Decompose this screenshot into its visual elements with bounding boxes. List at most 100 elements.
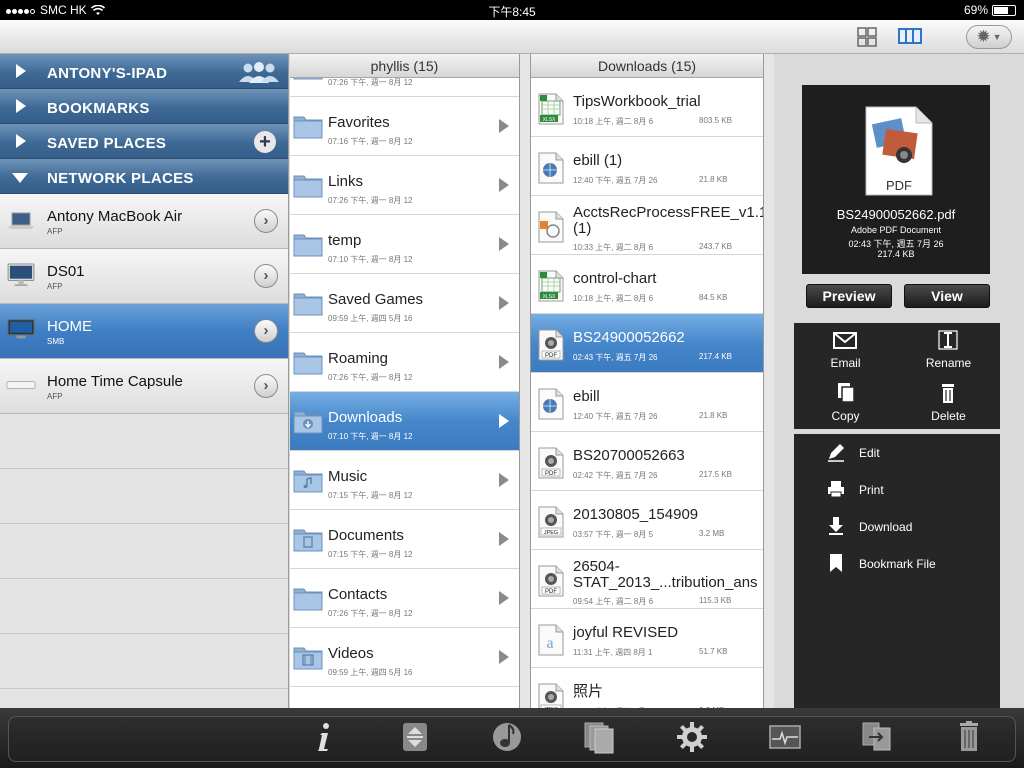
preview-size: 217.4 KB (877, 249, 915, 259)
pdf-icon: PDF (538, 329, 564, 361)
grid-view-icon[interactable] (856, 25, 878, 49)
file-size: 243.7 KB (699, 242, 732, 251)
folder-row[interactable]: Roaming 07:26 下午, 週一 8月 12 (290, 333, 519, 392)
folder-row[interactable]: Music 07:15 下午, 週一 8月 12 (290, 451, 519, 510)
chevron-right-icon[interactable]: › (254, 264, 278, 288)
preview-button[interactable]: Preview (806, 284, 892, 308)
trash-icon[interactable] (952, 720, 986, 754)
detail-pane: PDF BS24900052662.pdf Adobe PDF Document… (774, 54, 1024, 708)
videos-folder-icon (293, 644, 323, 670)
add-icon[interactable]: + (254, 131, 276, 153)
laptop-icon (8, 212, 34, 229)
printer-icon (828, 481, 844, 498)
folder-date: 07:26 下午, 週一 8月 12 (328, 609, 413, 618)
server-item-antony-macbook-air[interactable]: Antony MacBook Air AFP › (0, 194, 288, 249)
folder-row[interactable]: Links 07:26 下午, 週一 8月 12 (290, 156, 519, 215)
info-icon[interactable] (306, 720, 340, 754)
download-action[interactable]: Download (794, 508, 1000, 545)
file-row[interactable]: JPEG照片11:13 上午, 週四 7月 252.2 MB (531, 668, 763, 708)
folder-row[interactable]: temp 07:10 下午, 週一 8月 12 (290, 215, 519, 274)
server-name: DS01 (47, 263, 85, 280)
file-size: 803.5 KB (699, 116, 732, 125)
file-row[interactable]: XLSX control-chart 10:18 上午, 週二 8月 6 84.5 K… (531, 255, 763, 314)
file-row[interactable]: PDF BS24900052662 02:43 下午, 週五 7月 26 217.4 … (531, 314, 763, 373)
documents-icon[interactable] (582, 720, 616, 754)
envelope-icon (833, 332, 857, 349)
column-view-icon[interactable] (896, 25, 924, 49)
column-divider[interactable] (520, 54, 530, 708)
activity-monitor-icon[interactable] (768, 720, 802, 754)
server-protocol: AFP (47, 282, 63, 291)
delete-action[interactable]: Delete (897, 376, 1000, 429)
file-size: 217.4 KB (699, 352, 732, 361)
pdf-icon: PDF (538, 565, 564, 597)
column-divider[interactable] (764, 54, 774, 708)
file-name: 26504-STAT_2013_...tribution_ans (573, 558, 758, 591)
transfer-icon[interactable] (860, 720, 894, 754)
chevron-right-icon (499, 650, 509, 664)
file-date: 10:18 上午, 週二 8月 6 (573, 294, 654, 303)
edit-action[interactable]: Edit (794, 434, 1000, 471)
file-row[interactable]: PDF 26504-STAT_2013_...tribution_ans 09:54… (531, 550, 763, 609)
folder-name: Favorites (328, 114, 390, 131)
bookmark-file-action[interactable]: Bookmark File (794, 545, 1000, 582)
section-network-places[interactable]: NETWORK PLACES (0, 159, 288, 194)
file-column[interactable]: Downloads (15) XLSX TipsWorkbook_trial 10:… (530, 54, 764, 708)
view-button[interactable]: View (904, 284, 990, 308)
settings-menu-button[interactable]: ✹ ▼ (966, 25, 1012, 49)
folder-row[interactable]: Contacts 07:26 下午, 週一 8月 12 (290, 569, 519, 628)
file-row[interactable]: a joyful REVISED 11:31 上午, 週四 8月 1 51.7 KB (531, 609, 763, 668)
rename-action[interactable]: Rename (897, 323, 1000, 376)
section-saved-places[interactable]: SAVED PLACES + (0, 124, 288, 159)
app-window: SMC HK 下午8:45 69% ✹ ▼ ANTONY'S-IPAD BOOKM… (0, 0, 1024, 768)
folder-icon (293, 113, 323, 139)
folder-row[interactable]: Favorites 07:16 下午, 週一 8月 12 (290, 97, 519, 156)
server-item-home[interactable]: HOME SMB › (0, 304, 288, 359)
file-size: 21.8 KB (699, 175, 728, 184)
chevron-right-icon[interactable]: › (254, 319, 278, 343)
battery-percent: 69% (963, 3, 988, 17)
server-item-ds01[interactable]: DS01 AFP › (0, 249, 288, 304)
section-label: SAVED PLACES (47, 135, 167, 152)
chevron-right-icon (499, 591, 509, 605)
folder-row[interactable]: Documents 07:15 下午, 週一 8月 12 (290, 510, 519, 569)
chevron-right-icon (499, 119, 509, 133)
file-size: 3.2 MB (699, 529, 725, 538)
file-row[interactable]: ebill 12:40 下午, 週五 7月 26 21.8 KB (531, 373, 763, 432)
file-row[interactable]: JPEG 20130805_154909 03:57 下午, 週一 8月 5 3.2 … (531, 491, 763, 550)
chevron-right-icon[interactable]: › (254, 209, 278, 233)
status-bar: SMC HK 下午8:45 69% (0, 0, 1024, 20)
section-antonys-ipad[interactable]: ANTONY'S-IPAD (0, 54, 288, 89)
copy-action[interactable]: Copy (794, 376, 897, 429)
file-size: 84.5 KB (699, 293, 728, 302)
music-note-icon[interactable] (490, 720, 524, 754)
settings-gear-icon[interactable] (675, 720, 709, 754)
sort-icon[interactable] (398, 720, 432, 754)
preview-filetype: Adobe PDF Document (850, 225, 942, 235)
text-cursor-icon (938, 330, 958, 350)
section-bookmarks[interactable]: BOOKMARKS (0, 89, 288, 124)
folder-row[interactable]: Videos 09:59 上午, 週四 5月 16 (290, 628, 519, 687)
file-row[interactable]: ebill (1) 12:40 下午, 週五 7月 26 21.8 KB (531, 137, 763, 196)
folder-row[interactable]: Downloads 07:10 下午, 週一 8月 12 (290, 392, 519, 451)
action-label: Bookmark File (859, 557, 936, 571)
disclosure-right-icon (16, 134, 26, 148)
chevron-right-icon (499, 355, 509, 369)
download-icon (829, 517, 843, 535)
chevron-right-icon[interactable]: › (254, 374, 278, 398)
file-row[interactable]: AcctsRecProcessFREE_v1.1_000 (1) 10:33 上午… (531, 196, 763, 255)
server-item-home-time-capsule[interactable]: Home Time Capsule AFP › (0, 359, 288, 414)
email-action[interactable]: Email (794, 323, 897, 376)
file-row[interactable]: PDF BS20700052663 02:42 下午, 週五 7月 26 217.5 … (531, 432, 763, 491)
print-action[interactable]: Print (794, 471, 1000, 508)
folder-date: 07:10 下午, 週一 8月 12 (328, 255, 413, 264)
file-row[interactable]: XLSX TipsWorkbook_trial 10:18 上午, 週二 8月 6 8… (531, 78, 763, 137)
users-icon[interactable] (236, 60, 282, 84)
jpeg-icon: JPEG (538, 683, 564, 708)
sidebar: ANTONY'S-IPAD BOOKMARKS SAVED PLACES + N… (0, 54, 289, 708)
folder-row[interactable]: Saved Games 09:59 上午, 週四 5月 16 (290, 274, 519, 333)
svg-text:JPEG: JPEG (544, 530, 558, 536)
folder-column[interactable]: phyllis (15) Searches07:26 下午, 週一 8月 12F… (290, 54, 520, 708)
documents-folder-icon (293, 526, 323, 552)
file-date: 11:31 上午, 週四 8月 1 (573, 648, 653, 657)
